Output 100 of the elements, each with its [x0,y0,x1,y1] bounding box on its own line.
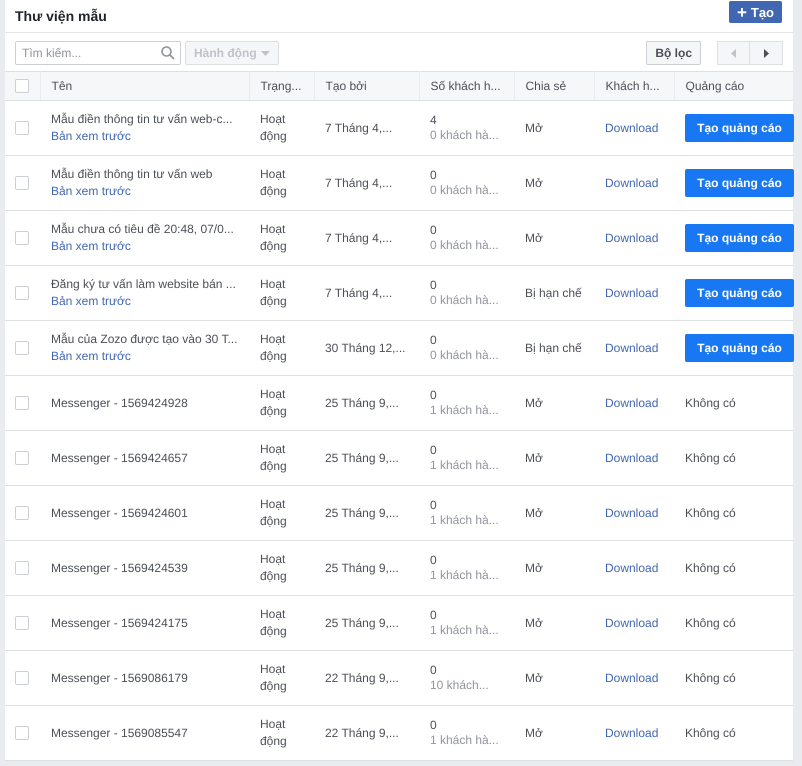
template-name: Mẫu điền thông tin tư vấn web [51,166,214,183]
row-checkbox[interactable] [15,341,29,355]
next-page-button[interactable] [750,41,783,65]
customers-text: 0 khách hà... [430,182,500,198]
download-link[interactable]: Download [605,230,658,246]
column-header[interactable]: Tạo bởi [326,79,367,93]
status-text: Hoạt động [260,111,288,145]
row-checkbox[interactable] [15,726,29,740]
select-all-checkbox[interactable] [15,79,29,93]
template-name: Messenger - 1569086179 [51,670,189,686]
sharing-text: Mở [525,561,543,575]
sharing-text: Mở [525,231,543,245]
row-checkbox[interactable] [15,561,29,575]
preview-link[interactable]: Bản xem trước [51,128,131,145]
template-name: Messenger - 1569424175 [51,614,189,632]
download-link[interactable]: Download [605,450,658,466]
status-text: Hoạt động [260,716,288,750]
status-text: Hoạt động [260,331,288,365]
row-checkbox[interactable] [15,506,29,520]
sharing-text: Bị hạn chế [525,341,582,355]
download-link[interactable]: Download [605,394,658,412]
create-ad-button[interactable]: Tạo quảng cáo [685,334,794,362]
column-header[interactable]: Tên [52,79,72,93]
created-date: 30 Tháng 12,... [325,341,406,355]
count-text: 0 [430,498,438,512]
template-name: Messenger - 1569424539 [51,560,189,576]
create-button[interactable]: + Tạo [728,1,782,23]
create-ad-button[interactable]: Tạo quảng cáo [685,224,794,252]
created-date: 25 Tháng 9,... [325,561,399,575]
row-checkbox[interactable] [15,396,29,410]
created-date: 7 Tháng 4,... [325,286,392,300]
sharing-text: Mở [525,176,543,190]
search-icon [161,46,175,60]
search-field[interactable]: Tìm kiếm... [15,41,181,65]
status-text: Hoạt động [260,386,288,420]
row-checkbox[interactable] [15,616,29,630]
status-text: Hoạt động [260,276,288,310]
customers-text: 1 khách hà... [430,456,500,474]
right-triangle-icon [764,48,768,58]
row-checkbox[interactable] [15,176,29,190]
count-text: 4 [430,112,438,126]
created-date: 7 Tháng 4,... [325,121,392,135]
template-name: Messenger - 1569424657 [51,450,189,466]
status-text: Hoạt động [260,166,288,200]
row-checkbox[interactable] [15,121,29,135]
preview-link[interactable]: Bản xem trước [51,238,131,255]
left-triangle-icon [731,48,736,58]
created-date: 22 Tháng 9,... [325,671,399,685]
customers-text: 0 khách hà... [430,236,500,254]
download-link[interactable]: Download [605,724,658,742]
download-link[interactable]: Download [605,670,658,686]
count-text: 0 [430,332,438,346]
sharing-text: Mở [525,671,543,685]
create-ad-button[interactable]: Tạo quảng cáo [685,114,794,142]
download-link[interactable]: Download [605,284,658,302]
sharing-text: Mở [525,396,543,410]
created-date: 22 Tháng 9,... [325,726,399,740]
ad-text: Không có [685,671,736,685]
sharing-text: Mở [525,121,543,135]
create-ad-button[interactable]: Tạo quảng cáo [685,279,794,307]
download-link[interactable]: Download [605,560,658,576]
row-checkbox[interactable] [15,451,29,465]
row-checkbox[interactable] [15,671,29,685]
download-link[interactable]: Download [605,174,658,192]
preview-link[interactable]: Bản xem trước [51,183,131,200]
sharing-text: Mở [525,451,543,465]
created-date: 25 Tháng 9,... [325,451,399,465]
preview-link[interactable]: Bản xem trước [51,348,131,365]
customers-text: 10 khách... [430,676,490,694]
created-date: 25 Tháng 9,... [325,396,399,410]
preview-link[interactable]: Bản xem trước [51,293,131,310]
download-link[interactable]: Download [605,614,658,632]
download-link[interactable]: Download [605,120,658,136]
template-name: Mẫu của Zozo được tạo vào 30 T... [51,331,238,348]
count-text: 0 [430,278,438,292]
filter-button[interactable]: Bộ lọc [646,41,701,65]
template-name: Messenger - 1569424601 [51,504,189,522]
customers-text: 1 khách hà... [430,732,500,748]
created-date: 25 Tháng 9,... [325,616,399,630]
count-text: 0 [430,442,438,456]
customers-text: 1 khách hà... [430,622,500,638]
template-name: Đăng ký tư vấn làm website bán ... [51,276,237,293]
template-name: Messenger - 1569424928 [51,394,189,412]
customers-text: 0 khách hà... [430,346,500,364]
create-ad-button[interactable]: Tạo quảng cáo [685,169,794,197]
status-text: Hoạt động [260,441,288,475]
ad-text: Không có [685,451,736,465]
count-text: 0 [430,718,438,732]
page-title: Thư viện mẫu [15,8,107,24]
ad-text: Không có [685,396,736,410]
sharing-text: Mở [525,616,543,630]
sharing-text: Mở [525,726,543,740]
count-text: 0 [430,608,438,622]
row-checkbox[interactable] [15,286,29,300]
template-name: Messenger - 1569085547 [51,724,189,742]
download-link[interactable]: Download [605,340,658,356]
sharing-text: Bị hạn chế [525,286,582,300]
download-link[interactable]: Download [605,504,658,522]
row-checkbox[interactable] [15,231,29,245]
status-text: Hoạt động [260,496,288,530]
